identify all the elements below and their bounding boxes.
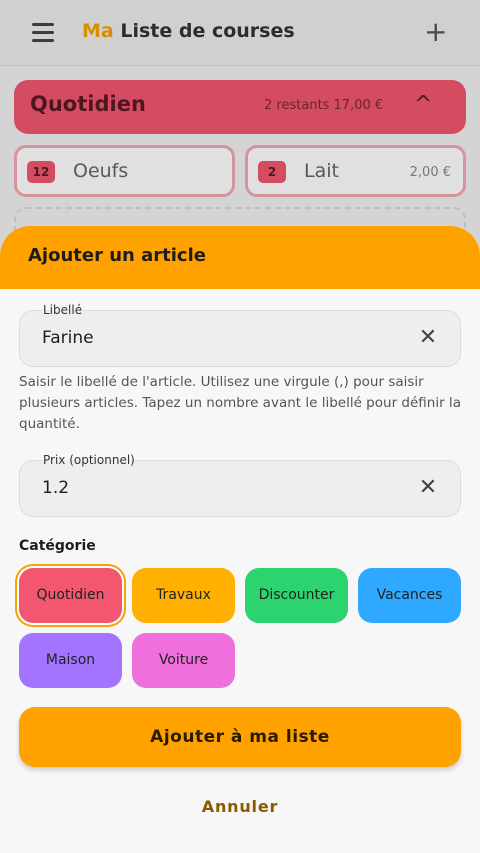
category-chip-discounter[interactable]: Discounter: [245, 568, 348, 623]
category-chip-voiture[interactable]: Voiture: [132, 633, 235, 688]
add-to-list-button[interactable]: Ajouter à ma liste: [19, 707, 461, 767]
label-helper-text: Saisir le libellé de l'article. Utilisez…: [19, 374, 461, 432]
category-chip-quotidien[interactable]: Quotidien: [19, 568, 122, 623]
cancel-button[interactable]: Annuler: [140, 792, 340, 822]
label-input[interactable]: [42, 323, 402, 353]
close-icon[interactable]: ✕: [416, 476, 440, 500]
category-chip-travaux[interactable]: Travaux: [132, 568, 235, 623]
sheet-header: Ajouter un article: [0, 226, 480, 289]
price-input[interactable]: [42, 473, 402, 503]
price-field[interactable]: Prix (optionnel) ✕: [19, 452, 461, 517]
category-chip-maison[interactable]: Maison: [19, 633, 122, 688]
price-field-label: Prix (optionnel): [42, 452, 136, 468]
label-field[interactable]: Libellé ✕: [19, 302, 461, 367]
add-item-sheet: Ajouter un article Libellé ✕ Saisir le l…: [0, 226, 480, 853]
label-field-label: Libellé: [42, 302, 84, 318]
close-icon[interactable]: ✕: [416, 326, 440, 350]
category-section-label: Catégorie: [19, 538, 96, 554]
sheet-title: Ajouter un article: [28, 245, 206, 266]
category-chip-vacances[interactable]: Vacances: [358, 568, 461, 623]
